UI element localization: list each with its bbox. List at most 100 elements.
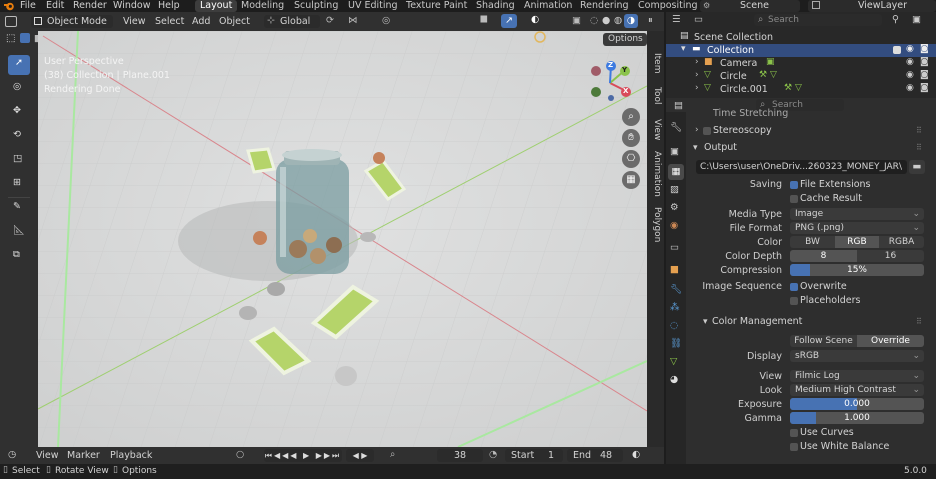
keyframe-nav[interactable]: ◀ ▶ — [346, 449, 374, 462]
blender-logo-icon[interactable] — [4, 1, 15, 11]
use-white-balance-checkbox[interactable] — [790, 443, 798, 451]
tab-layout[interactable]: Layout — [195, 0, 238, 12]
shading-solid-icon[interactable]: ● — [602, 15, 610, 26]
outliner-row-camera[interactable]: › ■ Camera ▣ ◉ ◙ — [666, 57, 936, 70]
gizmo-toggle-icon[interactable]: ↗ — [501, 14, 517, 28]
drag-handle-icon[interactable]: ⠿ — [916, 317, 922, 326]
filter-icon[interactable]: ⚲ — [892, 14, 899, 25]
circle-001-visibility-icon[interactable]: ◉ — [906, 83, 914, 93]
header-menu-view[interactable]: View — [123, 16, 146, 27]
camera-view-button[interactable]: ⎔ — [622, 150, 640, 168]
camera-render-icon[interactable]: ◙ — [920, 57, 929, 67]
output-tab-icon[interactable]: ▦ — [668, 164, 684, 180]
new-collection-icon[interactable]: ▣ — [912, 14, 921, 25]
collection-tab-icon[interactable]: ▭ — [670, 242, 679, 253]
outliner-row-circle-001[interactable]: › ▽ Circle.001 ⚒ ▽ ◉ ◙ — [666, 83, 936, 96]
pivot-icon[interactable]: ⟳ — [326, 15, 334, 26]
outliner-row-circle[interactable]: › ▽ Circle ⚒ ▽ ◉ ◙ — [666, 70, 936, 83]
editor-type-icon[interactable] — [5, 16, 17, 27]
menu-file[interactable]: File — [20, 0, 36, 12]
follow-scene-option[interactable]: Follow Scene — [790, 335, 857, 347]
overlays-icon[interactable]: ◐ — [531, 14, 539, 25]
pan-button[interactable]: ✋︎ — [622, 129, 640, 147]
scene-tab-icon[interactable]: ⚙ — [670, 202, 679, 213]
select-tool-button[interactable]: ➚ — [8, 55, 30, 75]
media-type-dropdown[interactable]: Image ⌄ — [790, 208, 924, 220]
outliner-row-collection[interactable]: ▾ ▬ Collection ◉ ◙ — [666, 44, 936, 57]
options-dropdown[interactable]: Options — [603, 33, 647, 46]
constraints-tab-icon[interactable]: ⛓︎ — [670, 338, 682, 349]
collection-render-icon[interactable]: ◙ — [920, 44, 929, 54]
mode-dropdown[interactable]: Object Mode — [31, 15, 113, 28]
clock-icon[interactable]: ◔ — [489, 449, 497, 460]
world-tab-icon[interactable]: ◉ — [670, 220, 678, 231]
zoom-button[interactable]: ⌕ — [622, 108, 640, 126]
stereoscopy-header[interactable]: Stereoscopy — [713, 125, 772, 136]
record-icon[interactable]: ○ — [236, 449, 244, 460]
color-depth-16-option[interactable]: 16 — [857, 250, 924, 262]
header-menu-add[interactable]: Add — [192, 16, 210, 27]
color-rgba-option[interactable]: RGBA — [879, 236, 924, 248]
tab-animation[interactable]: Animation — [524, 0, 572, 12]
color-bw-option[interactable]: BW — [790, 236, 835, 248]
color-rgb-option[interactable]: RGB — [835, 236, 879, 248]
browse-folder-button[interactable]: ▬ — [909, 160, 925, 174]
drag-handle-icon[interactable]: ⠿ — [916, 143, 922, 152]
view-transform-dropdown[interactable]: Filmic Log ⌄ — [790, 370, 924, 382]
tab-animation-side[interactable]: Animation — [649, 151, 662, 197]
tab-view[interactable]: View — [649, 119, 662, 140]
transform-orientation-dropdown[interactable]: ⊹ Global — [264, 15, 320, 28]
shading-material-icon[interactable]: ◍ — [614, 15, 622, 26]
tab-sculpting[interactable]: Sculpting — [294, 0, 338, 12]
circle-render-icon[interactable]: ◙ — [920, 70, 929, 80]
render-tab-icon[interactable]: ▣ — [670, 146, 679, 157]
modifier-tab-icon[interactable]: 🔧︎ — [670, 284, 682, 295]
timeline-menu-marker[interactable]: Marker — [67, 450, 100, 461]
3d-viewport[interactable]: User Perspective (38) Collection | Plane… — [38, 31, 647, 447]
timeline-menu-playback[interactable]: Playback — [110, 450, 152, 461]
menu-help[interactable]: Help — [158, 0, 180, 12]
timeline-menu-view[interactable]: View — [36, 450, 59, 461]
override-option[interactable]: Override — [857, 335, 924, 347]
compression-slider[interactable]: 15% — [790, 264, 924, 276]
selectability-icon[interactable]: ⯀ — [480, 15, 488, 26]
scale-tool-button[interactable]: ◳ — [8, 151, 30, 171]
perspective-toggle-button[interactable]: ▦ — [622, 171, 640, 189]
outliner-search[interactable]: ⌕ Search — [754, 14, 882, 26]
snap-icon[interactable]: ⋈ — [348, 15, 358, 26]
view-layer-tab-icon[interactable]: ▨ — [670, 184, 679, 195]
material-tab-icon[interactable]: ◕ — [670, 374, 678, 385]
current-frame-field[interactable]: 38 — [437, 449, 483, 462]
outliner-row-scene-collection[interactable]: ▤ Scene Collection — [666, 31, 936, 44]
rotate-tool-button[interactable]: ⟲ — [8, 127, 30, 147]
tab-shading[interactable]: Shading — [476, 0, 515, 12]
particles-tab-icon[interactable]: ⁂ — [670, 302, 680, 313]
header-menu-object[interactable]: Object — [219, 16, 250, 27]
xray-icon[interactable]: ▣ — [572, 15, 581, 26]
placeholders-checkbox[interactable] — [790, 297, 798, 305]
shading-rendered-icon[interactable]: ◑ — [624, 14, 638, 28]
gamma-slider[interactable]: 1.000 — [790, 412, 924, 424]
drag-handle-icon[interactable]: ⠿ — [916, 126, 922, 135]
tab-item[interactable]: Item — [649, 53, 662, 74]
start-frame-field[interactable]: Start 1 — [505, 449, 563, 462]
menu-window[interactable]: Window — [113, 0, 150, 12]
tab-rendering[interactable]: Rendering — [580, 0, 629, 12]
tab-uv-editing[interactable]: UV Editing — [348, 0, 398, 12]
collection-visibility-icon[interactable]: ◉ — [906, 44, 914, 54]
color-depth-8-option[interactable]: 8 — [790, 250, 857, 262]
annotate-tool-button[interactable]: ✎ — [8, 199, 30, 219]
end-frame-field[interactable]: End 48 — [567, 449, 623, 462]
navigation-gizmo[interactable]: X Y Z — [588, 61, 638, 101]
look-dropdown[interactable]: Medium High Contrast ⌄ — [790, 384, 924, 396]
header-menu-select[interactable]: Select — [155, 16, 184, 27]
output-path-field[interactable]: C:\Users\user\OneDriv...260323_MONEY_JAR… — [696, 160, 907, 174]
timeline-editor-icon[interactable]: ◷ — [8, 449, 16, 460]
overwrite-checkbox[interactable] — [790, 283, 798, 291]
timeline-view-icon[interactable]: ◐ — [632, 449, 640, 460]
use-curves-checkbox[interactable] — [790, 429, 798, 437]
collection-checkbox-icon[interactable] — [893, 46, 901, 54]
tab-texture-paint[interactable]: Texture Paint — [406, 0, 467, 12]
color-management-header[interactable]: Color Management — [712, 316, 802, 327]
file-format-dropdown[interactable]: PNG (.png) ⌄ — [790, 222, 924, 234]
